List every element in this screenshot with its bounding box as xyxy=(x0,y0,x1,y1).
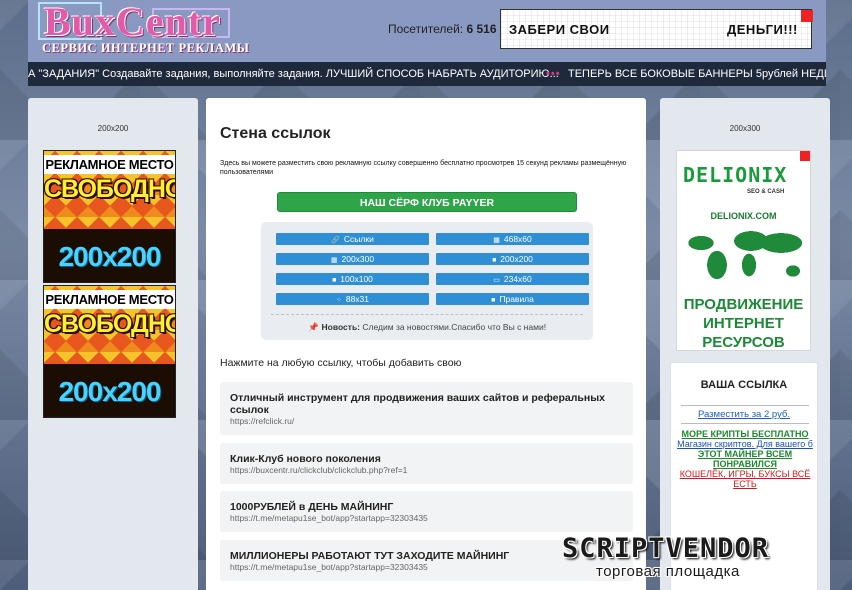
divider xyxy=(681,405,809,406)
news-line: 📌 Новость: Следим за новостями.Спасибо чт… xyxy=(261,322,593,333)
square-icon: ■ xyxy=(491,297,496,304)
button-label: 468x60 xyxy=(503,234,532,244)
link-url: https://t.me/metapu1se_bot/app?startapp=… xyxy=(230,562,428,572)
image-icon: ▦ xyxy=(330,257,338,264)
link-url: https://t.me/metapu1se_bot/app?startapp=… xyxy=(230,513,428,523)
banner-88x31-button[interactable]: ⁘ 88x31 xyxy=(276,293,429,305)
link-url: https://refclick.ru/ xyxy=(230,416,295,426)
text-ad-link[interactable]: ЭТОТ МАЙНЕР ВСЕМ ПОНРАВИЛСЯ xyxy=(677,449,813,469)
delionix-slogan: ПРОДВИЖЕНИЕ ИНТЕРНЕТ РЕСУРСОВ xyxy=(677,295,810,351)
image-icon: ▦ xyxy=(493,237,500,244)
banner-200x200-button[interactable]: ■ 200x200 xyxy=(436,253,589,265)
rules-button[interactable]: ■ Правила xyxy=(436,293,589,305)
ad-corner-icon xyxy=(801,10,813,22)
banner-100x100-button[interactable]: ■ 100x100 xyxy=(276,273,429,285)
logo-subtitle: СЕРВИС ИНТЕРНЕТ РЕКЛАМЫ xyxy=(42,41,250,55)
button-label: Ссылки xyxy=(343,234,374,244)
ad-corner-icon xyxy=(800,151,810,161)
link-title: Клик-Клуб нового поколения xyxy=(230,453,381,465)
banner-size-caption: 200x300 xyxy=(729,124,761,133)
left-sidebar: 200x200 РЕКЛАМНОЕ МЕСТО СВОБОДНО 200x200… xyxy=(28,98,198,590)
divider xyxy=(681,423,809,424)
link-item[interactable]: Клик-Клуб нового поколения https://buxce… xyxy=(220,443,633,484)
watermark: SCRIPTVENDOR торговая площадка xyxy=(562,533,846,585)
visitors-label: Посетителей: xyxy=(388,22,464,36)
links-button[interactable]: 🔗 Ссылки xyxy=(276,233,429,245)
delionix-ad-banner[interactable]: DELIONIX SEO & CASH DELIONIX.COM ПРОДВИЖ… xyxy=(676,150,811,351)
banner-size-caption: 200x200 xyxy=(97,124,129,133)
payyer-surf-club-button[interactable]: НАШ СЁРФ КЛУБ PAYYER xyxy=(277,192,577,212)
button-label: 200x200 xyxy=(500,254,533,264)
news-text: Следим за новостями.Спасибо что Вы с нам… xyxy=(362,322,547,332)
ticker-message: А "ЗАДАНИЯ" Создавайте задания, выполняй… xyxy=(28,68,559,80)
pin-icon: 📌 xyxy=(307,322,319,332)
text-ad-link[interactable]: Магазин скриптов. Для вашего б xyxy=(677,439,813,449)
banner-text-right: ДЕНЬГИ!!! xyxy=(727,22,798,37)
ad-format-panel: 🔗 Ссылки ▦ 468x60 ▦ 200x300 ■ 200x200 ■ 100x1… xyxy=(261,222,593,340)
page-description: Здесь вы можете разместить свою рекламну… xyxy=(220,160,627,176)
delionix-tagline: SEO & CASH xyxy=(747,189,785,195)
watermark-title: SCRIPTVENDOR xyxy=(562,533,770,564)
promo-line: РЕКЛАМНОЕ МЕСТО xyxy=(44,155,175,174)
free-ad-slot-banner[interactable]: РЕКЛАМНОЕ МЕСТО СВОБОДНО 200x200 xyxy=(43,150,176,283)
news-ticker[interactable]: А "ЗАДАНИЯ" Создавайте задания, выполняй… xyxy=(28,62,826,86)
banner-text-left: ЗАБЕРИ СВОИ xyxy=(509,22,610,37)
right-sidebar: 200x300 DELIONIX SEO & CASH DELIONIX.COM… xyxy=(660,98,830,590)
slogan-line: ИНТЕРНЕТ xyxy=(703,315,784,332)
link-item[interactable]: Отличный инструмент для продвижения ваши… xyxy=(220,382,633,435)
delionix-url: DELIONIX.COM xyxy=(710,211,777,221)
visitors-counter: Посетителей: 6 516 xyxy=(388,22,497,36)
watermark-subtitle: торговая площадка xyxy=(596,563,740,580)
ticker-message: ТЕПЕРЬ ВСЕ БОКОВЫЕ БАННЕРЫ 5рублей НЕДЕЛ xyxy=(568,68,826,80)
delionix-logo: DELIONIX xyxy=(683,163,788,187)
link-url: https://buxcentr.ru/clickclub/clickclub.… xyxy=(230,465,408,475)
promo-line: РЕКЛАМНОЕ МЕСТО xyxy=(44,290,175,309)
button-label: 100x100 xyxy=(340,274,373,284)
banner-234x60-button[interactable]: ▭ 234x60 xyxy=(436,273,589,285)
square-icon: ■ xyxy=(332,277,337,284)
free-ad-slot-banner[interactable]: РЕКЛАМНОЕ МЕСТО СВОБОДНО 200x200 xyxy=(43,285,176,418)
logo-title: BuxCentr xyxy=(44,0,221,44)
square-icon: ■ xyxy=(492,257,497,264)
link-item[interactable]: 1000РУБЛЕЙ в ДЕНЬ МАЙНИНГ https://t.me/m… xyxy=(220,491,633,532)
widget-heading: ВАША ССЫЛКА xyxy=(700,379,788,391)
promo-size: 200x200 xyxy=(44,229,175,282)
button-label: 88x31 xyxy=(345,294,370,304)
site-logo[interactable]: BuxCentr СЕРВИС ИНТЕРНЕТ РЕКЛАМЫ xyxy=(38,0,250,56)
rect-icon: ▭ xyxy=(493,277,500,284)
news-label: Новость: xyxy=(321,322,361,332)
text-ad-link[interactable]: КОШЕЛЁК, ИГРЫ, БУКСЫ ВСЁ ЕСТЬ xyxy=(677,469,813,489)
promo-free: СВОБОДНО xyxy=(44,175,176,203)
button-label: 200x300 xyxy=(341,254,375,264)
promo-size: 200x200 xyxy=(44,364,175,417)
link-title: 1000РУБЛЕЙ в ДЕНЬ МАЙНИНГ xyxy=(230,501,394,513)
button-label: 234x60 xyxy=(503,274,532,284)
ticker-separator: ••• xyxy=(546,68,561,80)
main-content: Стена ссылок Здесь вы можете разместить … xyxy=(206,98,646,590)
page-title: Стена ссылок xyxy=(220,125,331,142)
promo-free: СВОБОДНО xyxy=(44,310,176,338)
slogan-line: РЕСУРСОВ xyxy=(702,334,785,351)
grid-icon: ⁘ xyxy=(335,297,342,304)
divider xyxy=(271,314,583,315)
link-icon: 🔗 xyxy=(331,237,340,244)
banner-468x60-button[interactable]: ▦ 468x60 xyxy=(436,233,589,245)
site-header: BuxCentr СЕРВИС ИНТЕРНЕТ РЕКЛАМЫ Посетит… xyxy=(28,0,826,62)
banner-200x300-button[interactable]: ▦ 200x300 xyxy=(276,253,429,265)
text-ad-link[interactable]: МОРЕ КРИПТЫ БЕСПЛАТНО xyxy=(677,429,813,439)
link-title: Отличный инструмент для продвижения ваши… xyxy=(230,392,606,416)
slogan-line: ПРОДВИЖЕНИЕ xyxy=(683,296,804,313)
world-map-icon xyxy=(681,221,808,285)
click-hint: Нажмите на любую ссылку, чтобы добавить … xyxy=(220,357,462,369)
visitors-count: 6 516 xyxy=(466,22,497,36)
place-link-button[interactable]: Разместить за 2 руб. xyxy=(671,409,817,420)
top-ad-banner[interactable]: ЗАБЕРИ СВОИ ДЕНЬГИ!!! xyxy=(500,9,813,49)
button-label: Правила xyxy=(499,294,534,304)
